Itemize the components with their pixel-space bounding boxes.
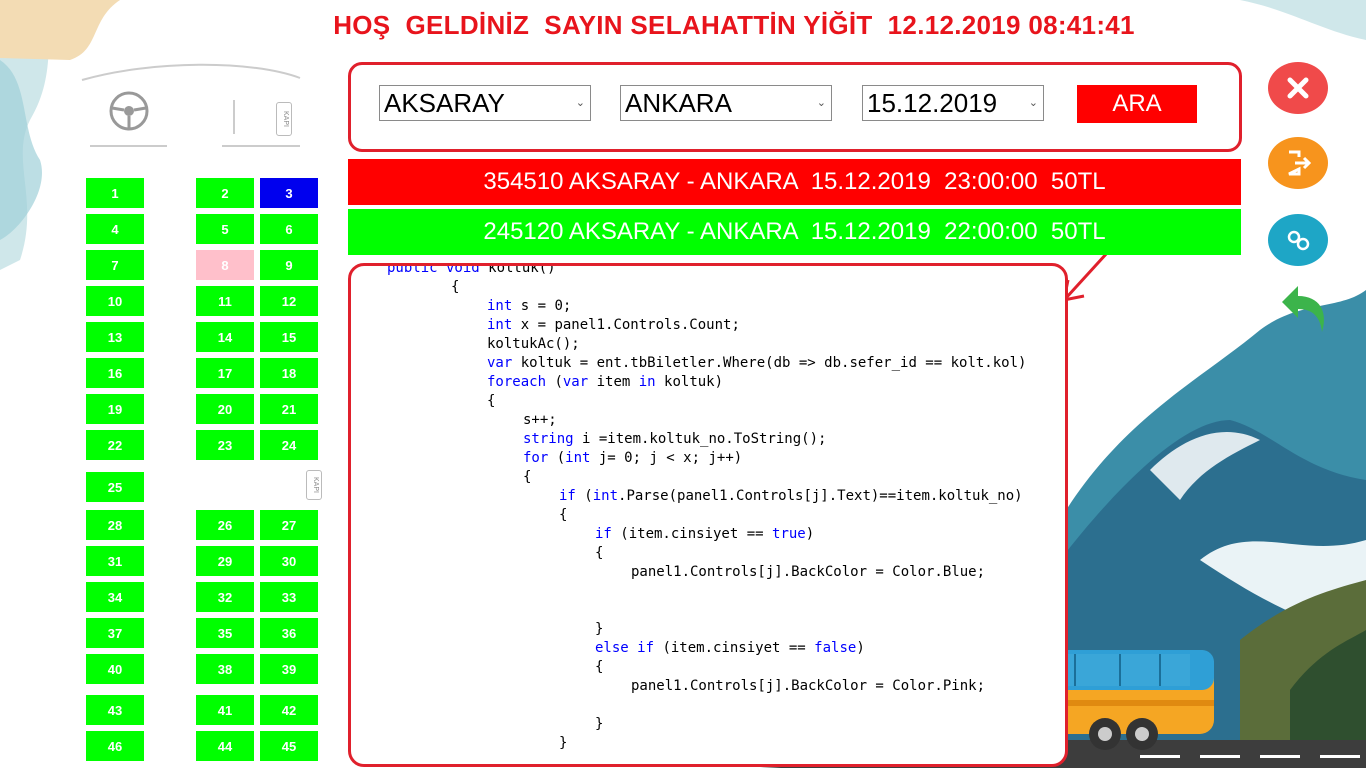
seat-46[interactable]: 46 <box>86 731 144 761</box>
code-line: int s = 0; <box>487 298 572 314</box>
close-button[interactable] <box>1268 62 1328 114</box>
seat-39[interactable]: 39 <box>260 654 318 684</box>
steering-wheel-icon <box>109 91 149 131</box>
close-icon <box>1287 77 1309 99</box>
code-line: { <box>451 279 460 295</box>
back-button[interactable] <box>1278 282 1330 336</box>
seat-24[interactable]: 24 <box>260 430 318 460</box>
to-city-select[interactable]: ANKARA ⌄ <box>620 85 832 121</box>
seat-38[interactable]: 38 <box>196 654 254 684</box>
code-line: public void koltuk() <box>387 263 556 276</box>
seat-34[interactable]: 34 <box>86 582 144 612</box>
seat-35[interactable]: 35 <box>196 618 254 648</box>
code-line: for (int j= 0; j < x; j++) <box>523 450 743 466</box>
logout-button[interactable] <box>1268 137 1328 189</box>
seat-44[interactable]: 44 <box>196 731 254 761</box>
seat-32[interactable]: 32 <box>196 582 254 612</box>
trip-row[interactable]: 245120 AKSARAY - ANKARA 15.12.2019 22:00… <box>348 209 1241 255</box>
seat-15[interactable]: 15 <box>260 322 318 352</box>
code-line: panel1.Controls[j].BackColor = Color.Pin… <box>631 678 986 694</box>
code-line: int x = panel1.Controls.Count; <box>487 317 740 333</box>
seat-41[interactable]: 41 <box>196 695 254 725</box>
seat-14[interactable]: 14 <box>196 322 254 352</box>
seat-10[interactable]: 10 <box>86 286 144 316</box>
seat-18[interactable]: 18 <box>260 358 318 388</box>
code-snippet-panel: public void koltuk() { int s = 0; int x = p… <box>348 263 1068 767</box>
search-button[interactable]: ARA <box>1077 85 1197 123</box>
settings-icon <box>1287 230 1310 251</box>
settings-button[interactable] <box>1268 214 1328 266</box>
seat-11[interactable]: 11 <box>196 286 254 316</box>
code-line: } <box>595 621 604 637</box>
back-arrow-icon <box>1282 286 1324 332</box>
seat-37[interactable]: 37 <box>86 618 144 648</box>
seat-3[interactable]: 3 <box>260 178 318 208</box>
code-line: if (item.cinsiyet == true) <box>595 526 815 542</box>
code-line: { <box>487 393 496 409</box>
current-datetime: 12.12.2019 08:41:41 <box>887 10 1135 40</box>
code-line: { <box>523 469 532 485</box>
seat-25[interactable]: 25 <box>86 472 144 502</box>
seat-31[interactable]: 31 <box>86 546 144 576</box>
seat-6[interactable]: 6 <box>260 214 318 244</box>
seat-40[interactable]: 40 <box>86 654 144 684</box>
chevron-down-icon: ⌄ <box>1028 97 1038 109</box>
seat-30[interactable]: 30 <box>260 546 318 576</box>
seat-26[interactable]: 26 <box>196 510 254 540</box>
seat-29[interactable]: 29 <box>196 546 254 576</box>
seat-43[interactable]: 43 <box>86 695 144 725</box>
chevron-down-icon: ⌄ <box>575 97 585 109</box>
code-line: } <box>559 735 568 751</box>
code-line: } <box>595 716 604 732</box>
seat-45[interactable]: 45 <box>260 731 318 761</box>
seat-20[interactable]: 20 <box>196 394 254 424</box>
date-picker[interactable]: 15.12.2019 ⌄ <box>862 85 1044 121</box>
code-line: string i =item.koltuk_no.ToString(); <box>523 431 827 447</box>
logout-icon <box>1288 150 1312 176</box>
seat-27[interactable]: 27 <box>260 510 318 540</box>
seat-16[interactable]: 16 <box>86 358 144 388</box>
seat-21[interactable]: 21 <box>260 394 318 424</box>
code-line: s++; <box>523 412 557 428</box>
code-line: panel1.Controls[j].BackColor = Color.Blu… <box>631 564 986 580</box>
chevron-down-icon: ⌄ <box>816 97 826 109</box>
seat-12[interactable]: 12 <box>260 286 318 316</box>
code-line: { <box>595 545 604 561</box>
door-label: KAPI <box>276 102 292 136</box>
seat-28[interactable]: 28 <box>86 510 144 540</box>
date-value: 15.12.2019 <box>867 88 998 118</box>
code-line: else if (item.cinsiyet == false) <box>595 640 865 656</box>
seat-19[interactable]: 19 <box>86 394 144 424</box>
seat-4[interactable]: 4 <box>86 214 144 244</box>
trip-row[interactable]: 354510 AKSARAY - ANKARA 15.12.2019 23:00… <box>348 159 1241 205</box>
code-line: { <box>595 659 604 675</box>
seat-22[interactable]: 22 <box>86 430 144 460</box>
door-label: KAPI <box>306 470 322 500</box>
seat-23[interactable]: 23 <box>196 430 254 460</box>
seat-42[interactable]: 42 <box>260 695 318 725</box>
to-city-value: ANKARA <box>625 88 732 118</box>
code-line: foreach (var item in koltuk) <box>487 374 724 390</box>
seat-8[interactable]: 8 <box>196 250 254 280</box>
search-panel: AKSARAY ⌄ ANKARA ⌄ 15.12.2019 ⌄ ARA <box>348 62 1242 152</box>
seat-2[interactable]: 2 <box>196 178 254 208</box>
seat-1[interactable]: 1 <box>86 178 144 208</box>
seat-9[interactable]: 9 <box>260 250 318 280</box>
seat-panel: KAPI KAPI 1 2 3 4 5 6 7 8 9 10 11 12 13 14 15 16 17 18 19 2… <box>72 60 338 768</box>
code-line: koltukAc(); <box>487 336 580 352</box>
welcome-title: HOŞ GELDİNİZ SAYIN SELAHATTİN YİĞİT 12.1… <box>333 10 1135 40</box>
from-city-value: AKSARAY <box>384 88 505 118</box>
seat-17[interactable]: 17 <box>196 358 254 388</box>
code-line: if (int.Parse(panel1.Controls[j].Text)==… <box>559 488 1023 504</box>
from-city-select[interactable]: AKSARAY ⌄ <box>379 85 591 121</box>
seat-5[interactable]: 5 <box>196 214 254 244</box>
seat-33[interactable]: 33 <box>260 582 318 612</box>
seat-36[interactable]: 36 <box>260 618 318 648</box>
seat-13[interactable]: 13 <box>86 322 144 352</box>
code-line: var koltuk = ent.tbBiletler.Where(db => … <box>487 355 1027 371</box>
code-line: { <box>559 507 568 523</box>
seat-7[interactable]: 7 <box>86 250 144 280</box>
